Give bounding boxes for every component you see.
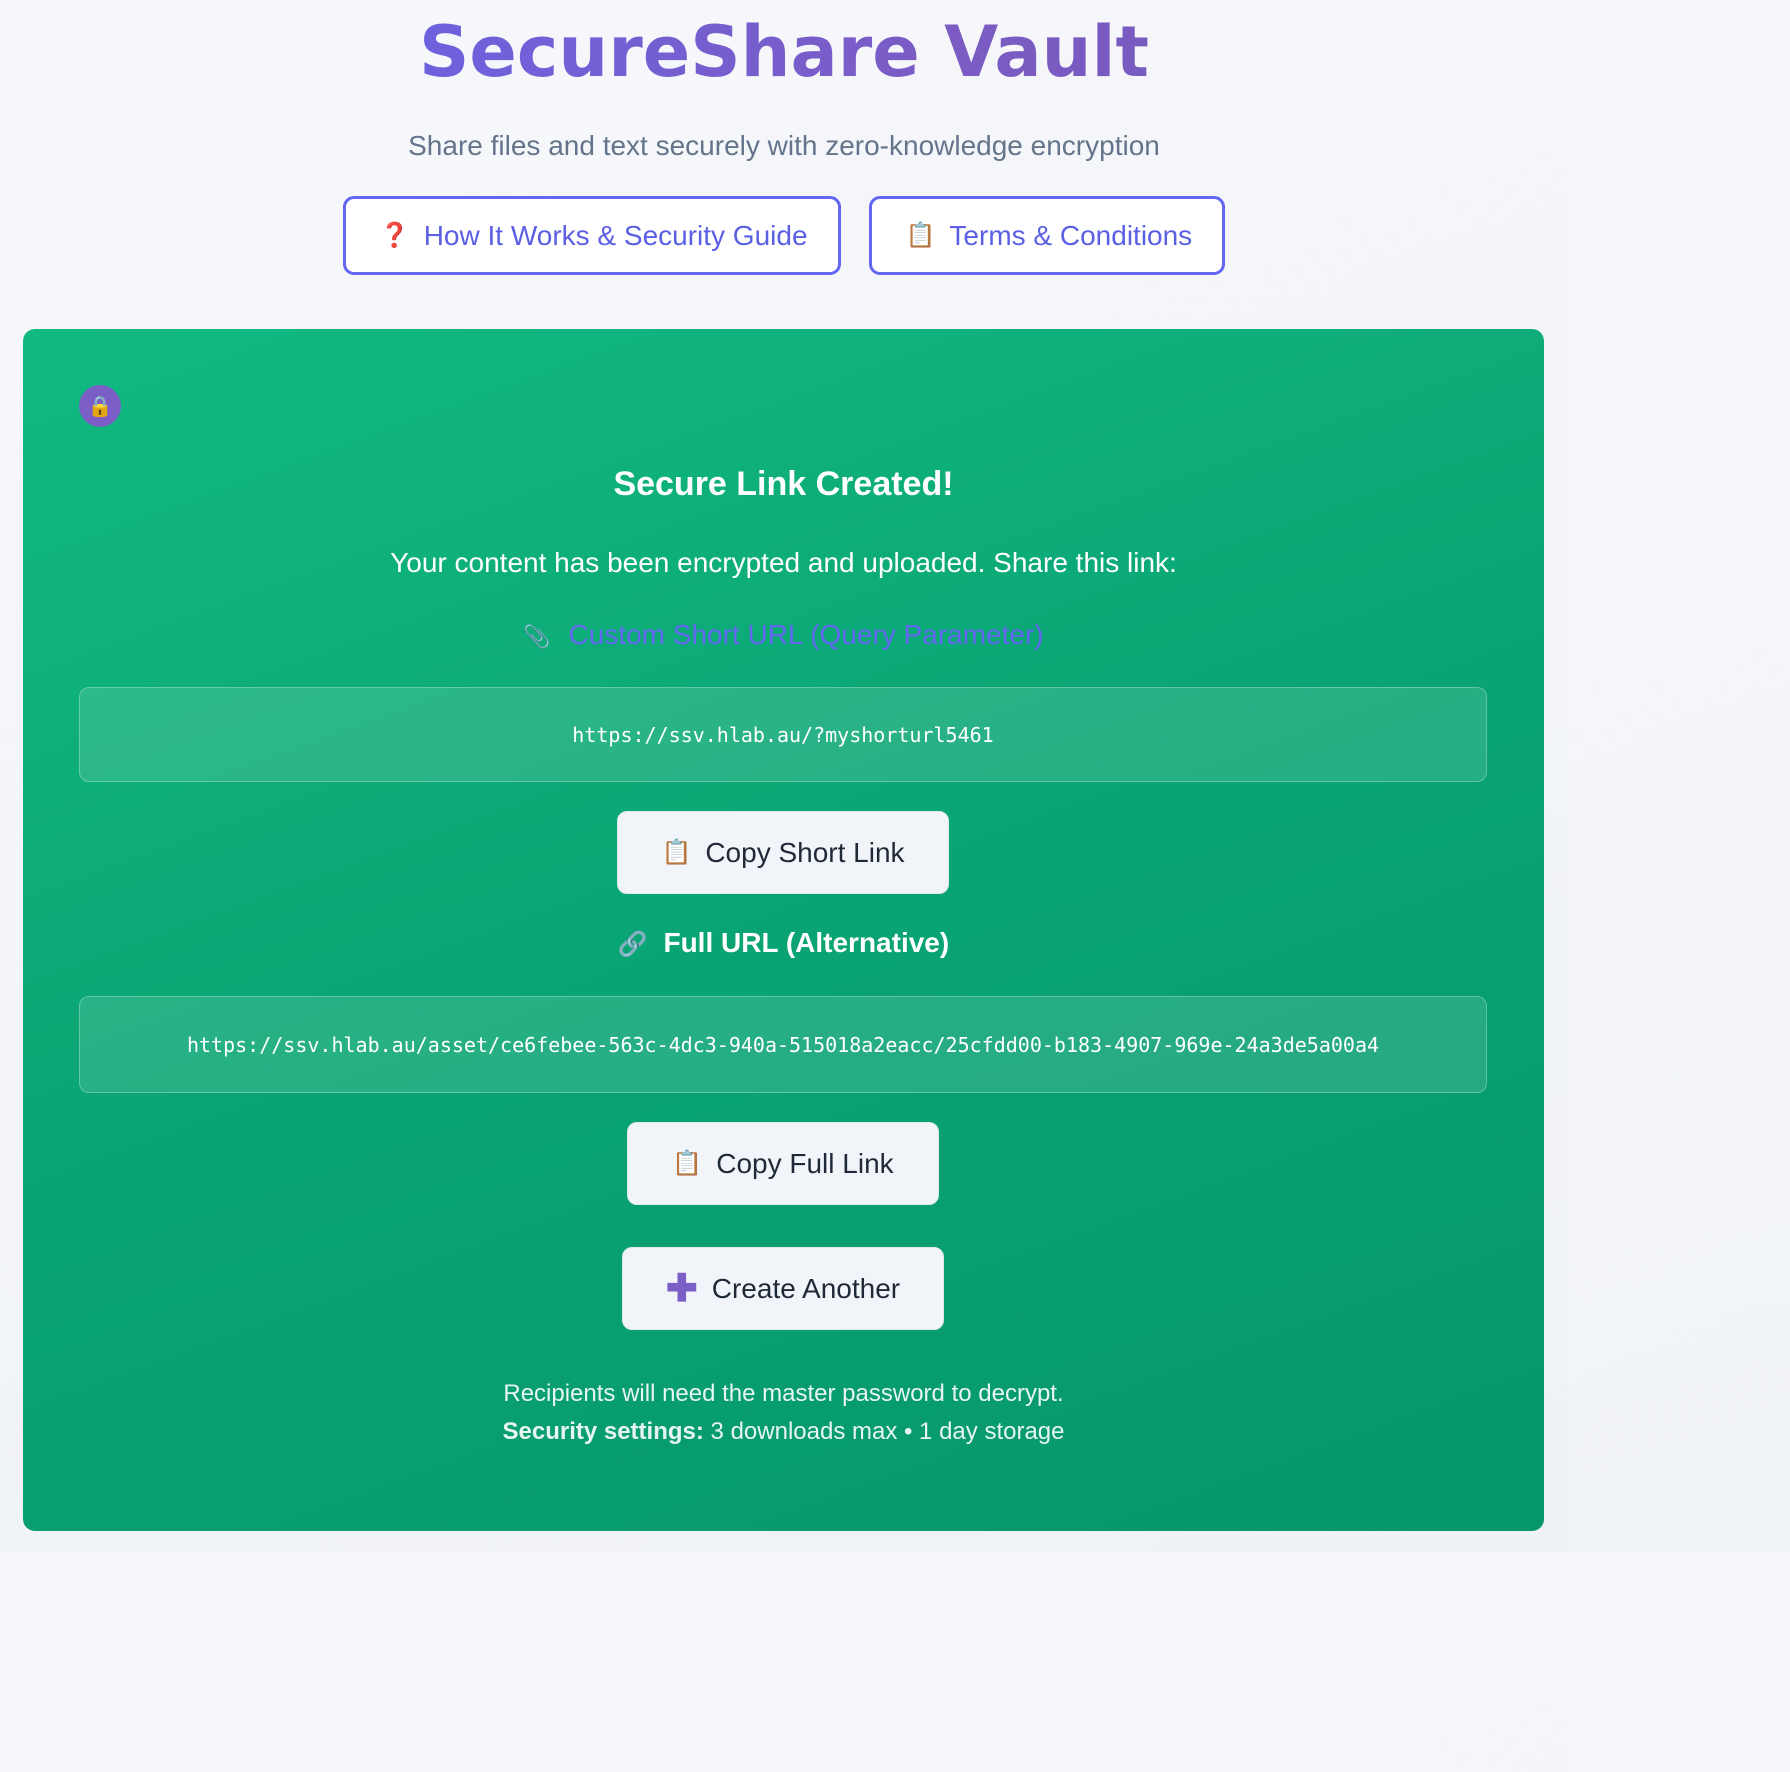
security-settings: Security settings: 3 downloads max • 1 d…: [23, 1413, 1544, 1451]
clipboard-icon: 📋: [905, 221, 936, 249]
short-url-heading: 📎 Custom Short URL (Query Parameter): [23, 619, 1544, 651]
page-title: SecureShare Vault: [0, 10, 1568, 94]
create-another-label: Create Another: [711, 1272, 901, 1304]
copy-short-link-label: Copy Short Link: [705, 836, 905, 868]
how-it-works-label: How It Works & Security Guide: [423, 219, 808, 251]
paperclip-icon: 📎: [523, 624, 551, 649]
short-url-field[interactable]: https://ssv.hlab.au/?myshorturl5461: [79, 687, 1487, 782]
copy-short-link-button[interactable]: 📋 Copy Short Link: [617, 811, 949, 894]
full-url-heading: 🔗 Full URL (Alternative): [23, 927, 1544, 959]
page-header: SecureShare Vault Share files and text s…: [0, 0, 1568, 275]
link-icon: 🔗: [617, 931, 648, 958]
security-settings-value: 3 downloads max • 1 day storage: [710, 1418, 1065, 1445]
security-settings-label: Security settings:: [502, 1418, 704, 1445]
terms-button[interactable]: 📋 Terms & Conditions: [868, 196, 1226, 275]
short-url-heading-label: Custom Short URL (Query Parameter): [568, 619, 1044, 650]
create-another-button[interactable]: ✚ Create Another: [622, 1247, 944, 1330]
copy-full-link-label: Copy Full Link: [716, 1147, 894, 1179]
top-nav-buttons: ❓ How It Works & Security Guide 📋 Terms …: [0, 196, 1568, 275]
plus-icon: ✚: [665, 1267, 698, 1310]
question-mark-icon: ❓: [379, 221, 410, 249]
full-url-field[interactable]: https://ssv.hlab.au/asset/ce6febee-563c-…: [79, 996, 1487, 1093]
footnote-line: Recipients will need the master password…: [503, 1380, 1064, 1407]
clipboard-icon: 📋: [661, 839, 692, 866]
security-footnote: Recipients will need the master password…: [23, 1375, 1544, 1451]
page-subtitle: Share files and text securely with zero-…: [408, 130, 1160, 161]
success-title: Secure Link Created!: [613, 465, 954, 503]
clipboard-icon: 📋: [672, 1150, 703, 1177]
success-message: Your content has been encrypted and uplo…: [390, 547, 1177, 578]
terms-label: Terms & Conditions: [949, 219, 1193, 251]
success-card: 🔒 Secure Link Created! Your content has …: [23, 329, 1544, 1531]
how-it-works-button[interactable]: ❓ How It Works & Security Guide: [342, 196, 841, 275]
lock-icon: 🔒: [79, 385, 121, 427]
full-url-heading-label: Full URL (Alternative): [663, 927, 950, 958]
copy-full-link-button[interactable]: 📋 Copy Full Link: [627, 1122, 939, 1205]
